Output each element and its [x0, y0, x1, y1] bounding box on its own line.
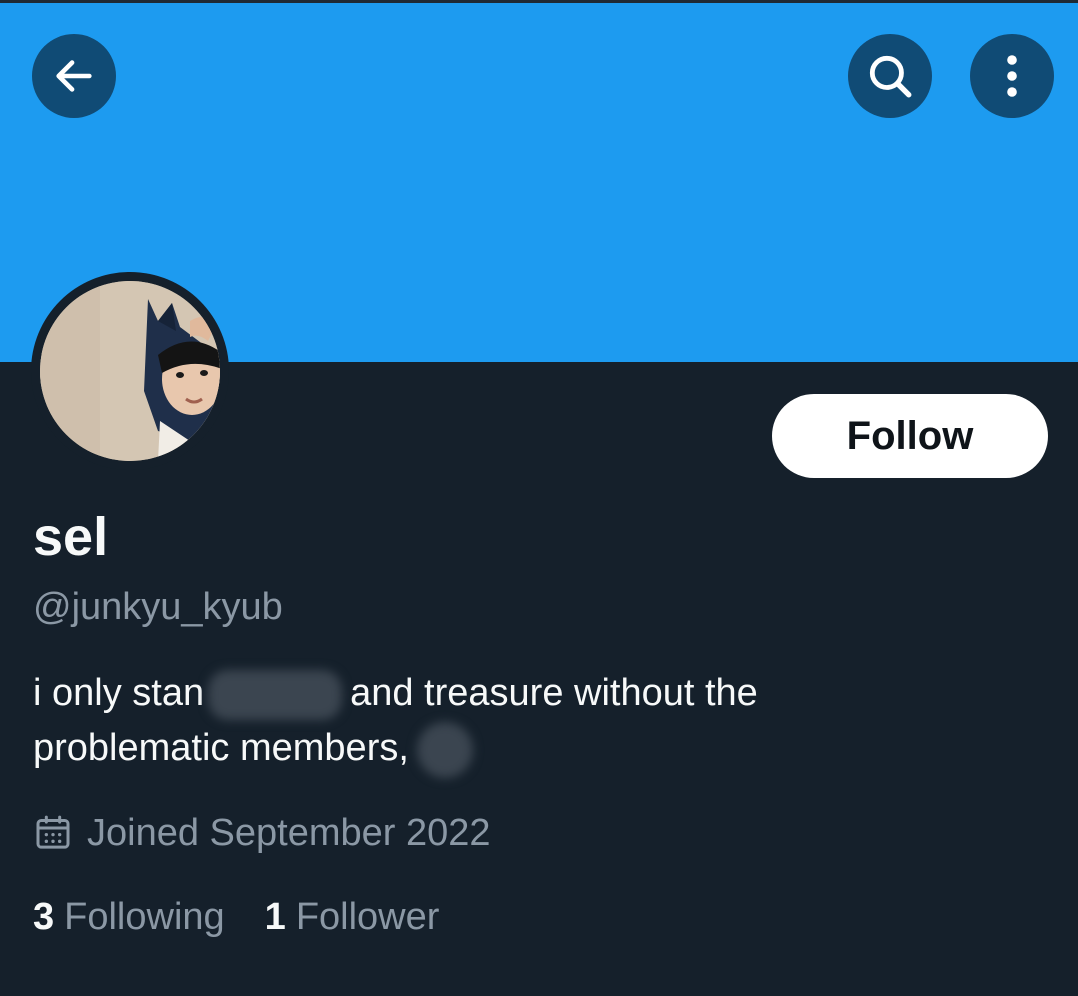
display-name: sel: [33, 507, 109, 567]
redacted-blur: [416, 721, 473, 778]
bio-text-1: i only stan: [33, 672, 205, 714]
followers-link[interactable]: 1 Follower: [265, 892, 440, 942]
following-count: 3: [33, 896, 55, 938]
redacted-blur: [208, 669, 343, 720]
joined-date: Joined September 2022: [33, 808, 491, 858]
search-button[interactable]: [848, 34, 932, 118]
search-icon: [865, 51, 915, 101]
arrow-left-icon: [51, 53, 97, 99]
more-options-button[interactable]: [970, 34, 1054, 118]
follow-stats: 3 Following 1 Follower: [33, 892, 439, 942]
joined-text: Joined September 2022: [87, 812, 491, 854]
avatar[interactable]: [31, 272, 229, 470]
avatar-photo: [40, 281, 220, 461]
username-handle: @junkyu_kyub: [33, 586, 283, 628]
followers-count: 1: [264, 896, 286, 938]
follow-button[interactable]: Follow: [772, 394, 1048, 478]
bio: i only stan and treasure without the prob…: [33, 666, 1043, 778]
followers-label: Follower: [295, 896, 440, 938]
following-link[interactable]: 3 Following: [33, 892, 225, 942]
bio-text-2: and treasure without the: [350, 672, 758, 714]
bio-text-3: problematic members,: [33, 727, 409, 769]
back-button[interactable]: [32, 34, 116, 118]
calendar-icon: [33, 813, 73, 853]
more-vertical-icon: [992, 52, 1032, 100]
following-label: Following: [64, 896, 225, 938]
